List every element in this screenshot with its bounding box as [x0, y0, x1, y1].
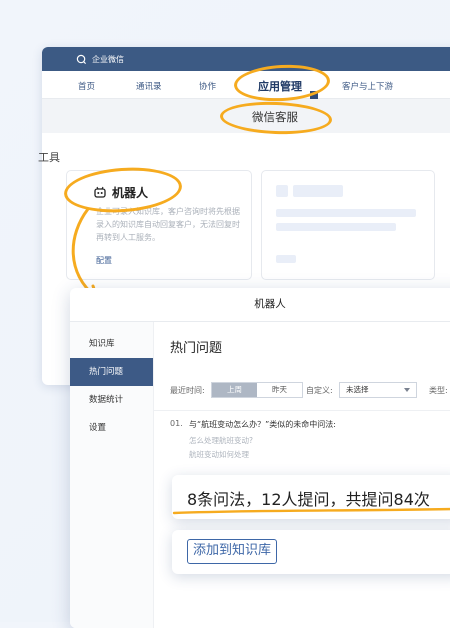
placeholder-icon	[276, 185, 288, 197]
underline-annotation-icon	[172, 507, 450, 515]
sidebar-item-statistics[interactable]: 数据统计	[70, 386, 153, 414]
wecom-logo-icon	[76, 54, 87, 64]
sidebar-item-settings[interactable]: 设置	[70, 414, 153, 442]
custom-range-value: 未选择	[346, 385, 369, 394]
chevron-down-icon	[404, 388, 410, 392]
question-text: 与“航班变动怎么办？”类似的未命中问法:	[189, 420, 336, 429]
app-name: 企业微信	[92, 54, 124, 64]
sidebar-item-hot-questions[interactable]: 热门问题	[70, 358, 153, 386]
robot-panel-window: 机器人 知识库 热门问题 数据统计 设置 热门问题 最近时间: 上周 昨天 自定…	[70, 288, 450, 628]
robot-panel-title: 机器人	[70, 288, 450, 322]
question-variant: 航班变动如何处理	[189, 450, 249, 459]
placeholder-line	[276, 223, 396, 231]
placeholder-title	[293, 185, 343, 197]
divider	[154, 410, 450, 411]
question-variant: 怎么处理航班变动?	[189, 436, 253, 445]
nav-home[interactable]: 首页	[78, 80, 95, 92]
section-title: 工具	[38, 151, 60, 164]
option-last-week[interactable]: 上周	[212, 383, 257, 397]
placeholder-tool-card	[261, 170, 435, 280]
admin-title-bar: 企业微信	[42, 47, 450, 71]
robot-sidebar: 知识库 热门问题 数据统计 设置	[70, 322, 154, 628]
recent-time-toggle: 上周 昨天	[211, 382, 303, 398]
stats-callout: 8条问法，12人提问，共提问84次	[172, 475, 450, 519]
add-callout: 添加到知识库	[172, 530, 450, 574]
placeholder-line	[276, 209, 416, 217]
type-filter-label: 类型:	[429, 386, 448, 395]
nav-collaboration[interactable]: 协作	[199, 80, 216, 92]
custom-range-label: 自定义:	[306, 386, 333, 395]
option-yesterday[interactable]: 昨天	[257, 383, 302, 397]
question-number: 01.	[170, 419, 183, 428]
recent-time-label: 最近时间:	[170, 386, 205, 395]
sidebar-item-knowledge-base[interactable]: 知识库	[70, 330, 153, 358]
add-to-knowledge-base-button[interactable]: 添加到知识库	[187, 539, 278, 564]
nav-customers-partners[interactable]: 客户与上下游	[342, 80, 393, 92]
page-title: 热门问题	[170, 341, 223, 356]
nav-contacts[interactable]: 通讯录	[136, 80, 162, 92]
placeholder-link	[276, 255, 296, 263]
custom-range-select[interactable]: 未选择	[339, 382, 417, 398]
